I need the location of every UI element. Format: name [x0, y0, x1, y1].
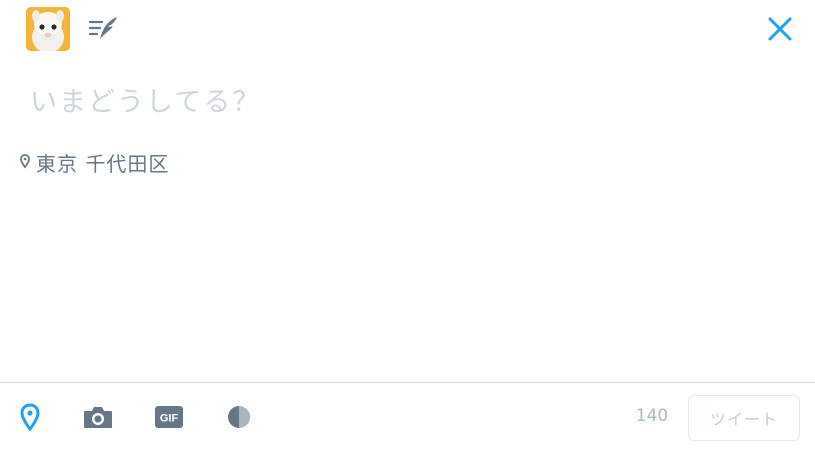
compose-dialog: 東京 千代田区 GIF 140 ツイート: [0, 0, 815, 450]
location-icon[interactable]: [18, 402, 42, 432]
poll-icon[interactable]: [226, 402, 252, 432]
location-label: 東京 千代田区: [36, 151, 170, 176]
avatar[interactable]: [26, 7, 70, 51]
drafts-icon[interactable]: [88, 14, 120, 42]
gif-icon[interactable]: GIF: [154, 402, 184, 432]
character-count: 140: [635, 406, 669, 426]
tweet-compose-input[interactable]: [30, 82, 750, 122]
camera-icon[interactable]: [82, 402, 114, 432]
map-pin-icon: [20, 154, 30, 169]
gif-label: GIF: [160, 413, 179, 425]
tweet-button[interactable]: ツイート: [688, 395, 800, 441]
alpaca-avatar-image: [26, 7, 70, 51]
close-icon[interactable]: [766, 15, 794, 43]
toolbar-divider: [0, 382, 815, 383]
location-tag[interactable]: 東京 千代田区: [20, 148, 169, 176]
